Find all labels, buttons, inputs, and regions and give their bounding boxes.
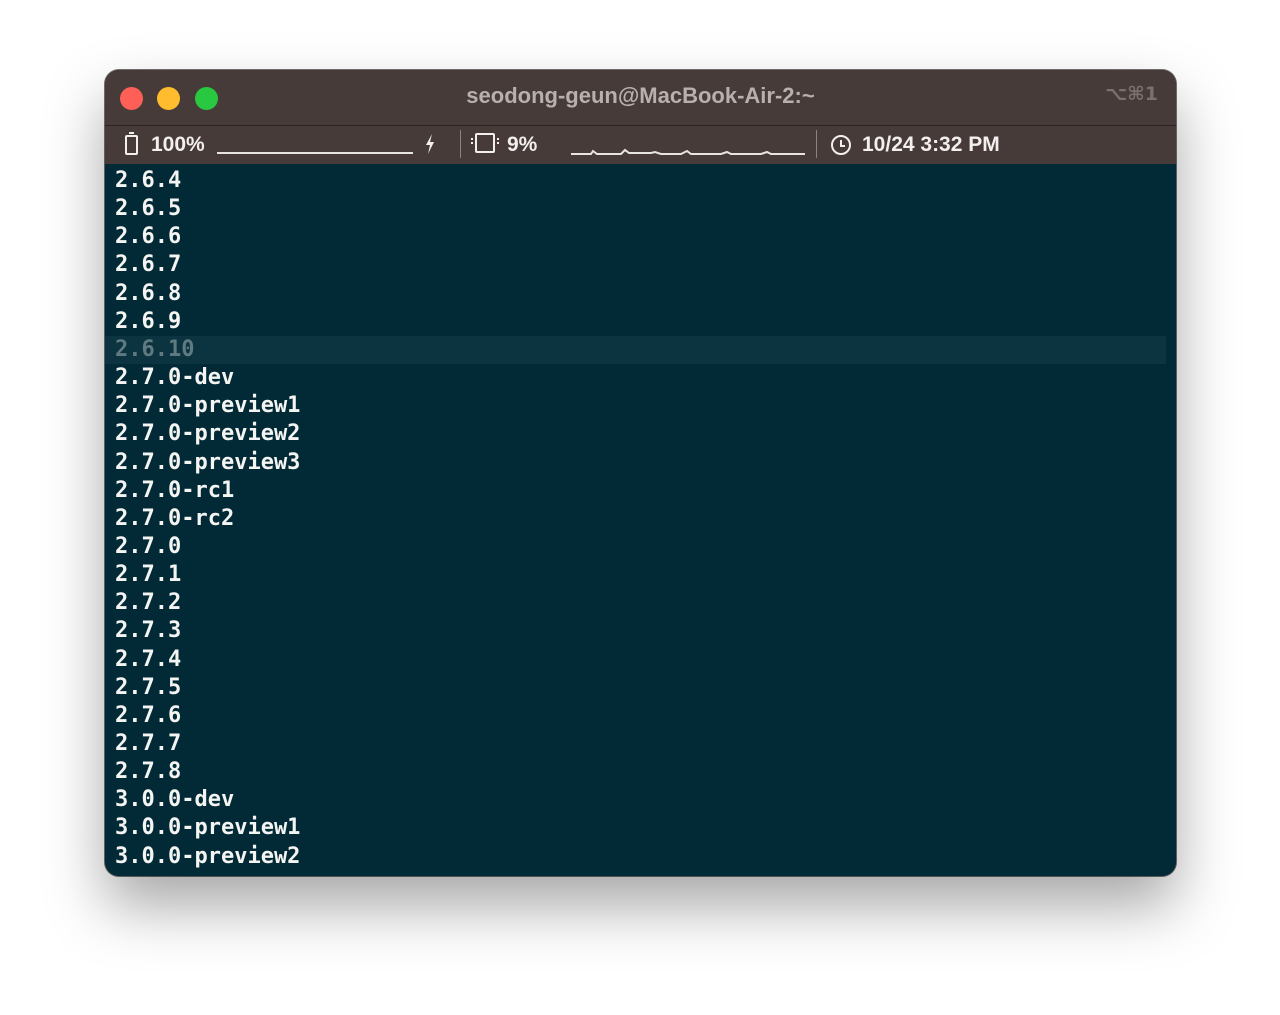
window-title: seodong-geun@MacBook-Air-2:~ bbox=[466, 83, 815, 108]
cpu-icon bbox=[471, 133, 499, 153]
terminal-line: 2.6.10 bbox=[115, 336, 195, 362]
battery-graph bbox=[217, 152, 413, 154]
terminal-line: 2.7.0-rc2 bbox=[115, 505, 235, 531]
cpu-graph bbox=[571, 148, 805, 155]
terminal-line: 3.0.0-preview2 bbox=[115, 843, 301, 869]
terminal-line: 2.7.5 bbox=[115, 674, 182, 700]
terminal-line: 2.7.0-preview3 bbox=[115, 449, 301, 475]
title-bar[interactable]: seodong-geun@MacBook-Air-2:~ ⌥⌘1 bbox=[105, 70, 1176, 126]
terminal-output[interactable]: 2.6.4 2.6.5 2.6.6 2.6.7 2.6.8 2.6.9 2.6.10 2.7.… bbox=[105, 164, 1176, 876]
terminal-line: 2.7.3 bbox=[115, 618, 182, 644]
terminal-line: 2.7.2 bbox=[115, 590, 182, 616]
terminal-line: 2.7.8 bbox=[115, 759, 182, 785]
battery-icon bbox=[125, 132, 138, 155]
terminal-line: 2.6.7 bbox=[115, 252, 182, 278]
terminal-line: 2.6.6 bbox=[115, 224, 182, 250]
terminal-line: 2.6.5 bbox=[115, 196, 182, 222]
terminal-line: 2.6.4 bbox=[115, 168, 182, 193]
terminal-line: 2.7.1 bbox=[115, 562, 182, 588]
terminal-line: 2.7.6 bbox=[115, 702, 182, 728]
terminal-line: 2.7.0-dev bbox=[115, 365, 235, 391]
highlighted-row bbox=[105, 335, 1166, 364]
clock-icon bbox=[831, 135, 851, 155]
terminal-line: 2.7.0-rc1 bbox=[115, 477, 235, 503]
status-separator bbox=[816, 130, 817, 158]
lightning-icon bbox=[426, 134, 434, 154]
terminal-line: 2.6.9 bbox=[115, 308, 182, 334]
window-shortcut: ⌥⌘1 bbox=[1105, 83, 1158, 105]
terminal-line: 2.6.8 bbox=[115, 280, 182, 306]
terminal-line: 2.7.7 bbox=[115, 731, 182, 756]
terminal-window: seodong-geun@MacBook-Air-2:~ ⌥⌘1 100% 9%… bbox=[105, 70, 1176, 876]
terminal-line: 2.7.0-preview1 bbox=[115, 393, 301, 419]
cpu-percent: 9% bbox=[507, 133, 538, 156]
terminal-line: 2.7.4 bbox=[115, 646, 182, 672]
status-separator bbox=[460, 130, 461, 158]
terminal-line: 2.7.0-preview2 bbox=[115, 421, 301, 447]
battery-percent: 100% bbox=[151, 133, 205, 156]
datetime: 10/24 3:32 PM bbox=[862, 133, 1000, 156]
status-bar: 100% 9% 10/24 3:32 PM bbox=[105, 126, 1176, 164]
terminal-line: 3.0.0-preview1 bbox=[115, 815, 301, 841]
terminal-line: 2.7.0 bbox=[115, 533, 182, 559]
terminal-line: 3.0.0-dev bbox=[115, 787, 235, 813]
